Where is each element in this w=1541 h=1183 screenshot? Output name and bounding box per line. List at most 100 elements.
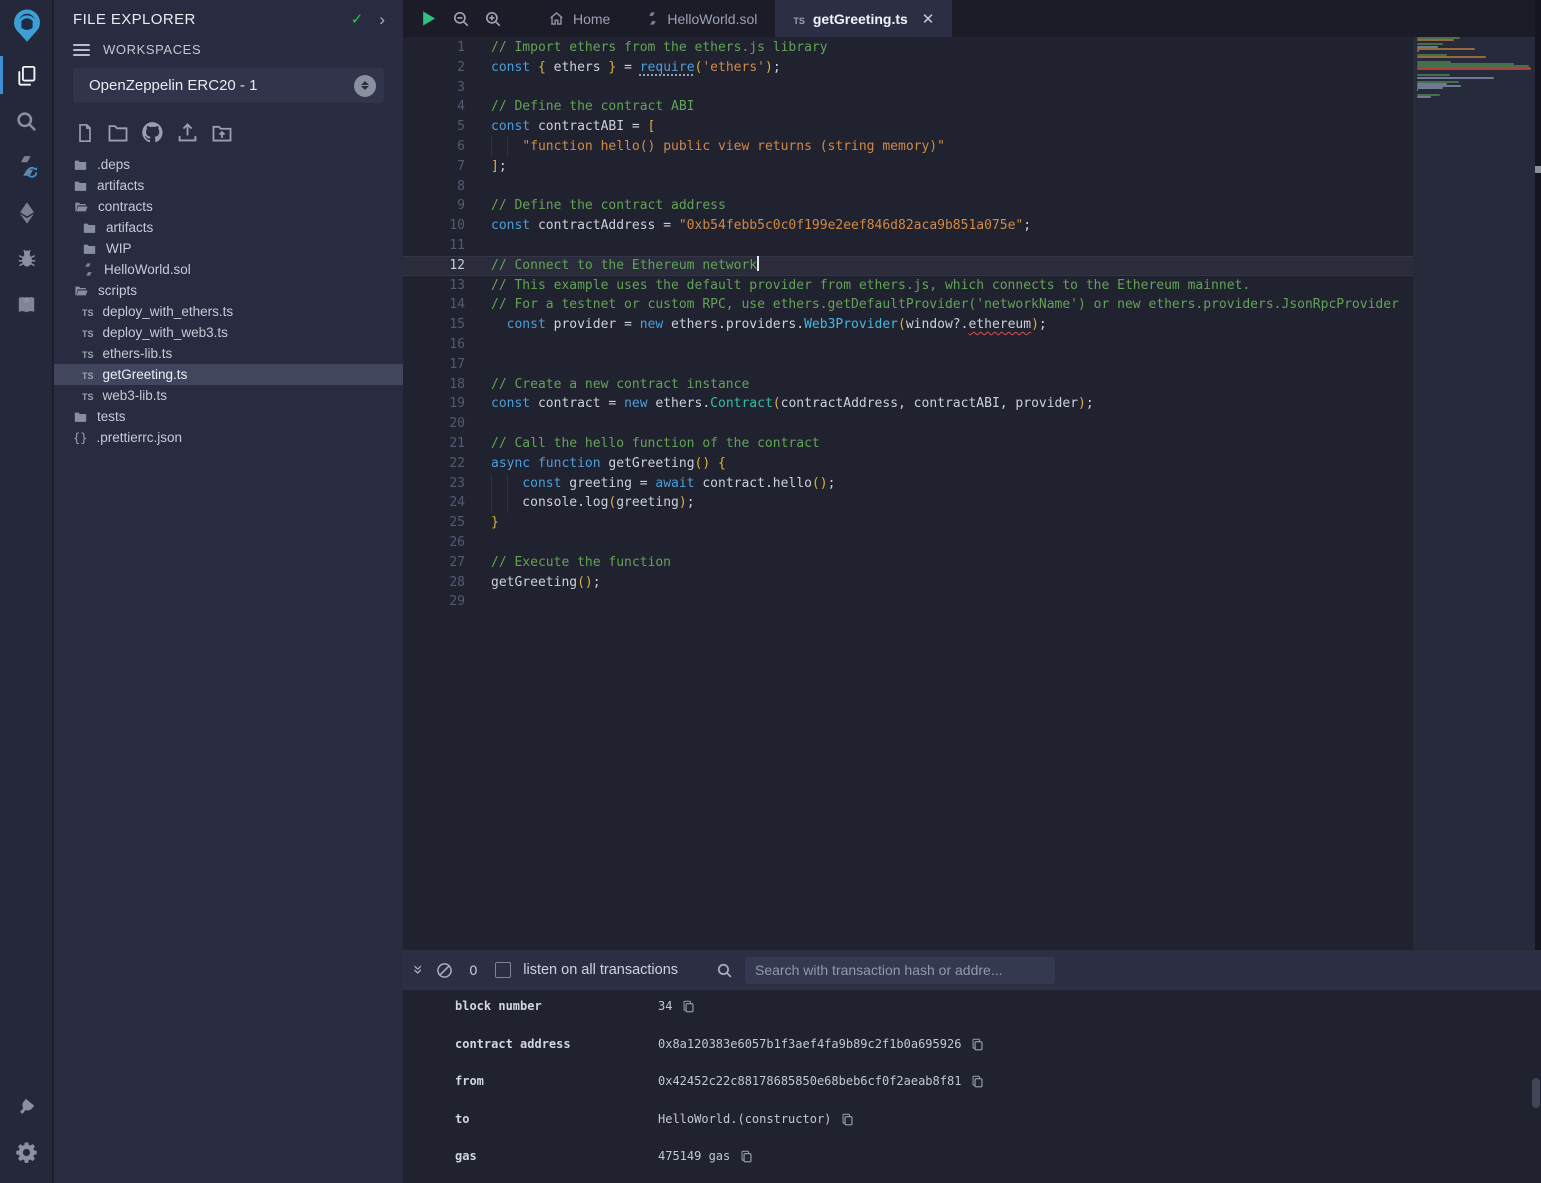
copy-icon[interactable]	[740, 1150, 753, 1163]
activity-file-explorer[interactable]	[0, 52, 53, 98]
tree-item-deploy-with-ethers-ts[interactable]: TSdeploy_with_ethers.ts	[54, 301, 403, 322]
copy-icon[interactable]	[971, 1038, 984, 1051]
upload-folder-icon[interactable]	[209, 122, 235, 144]
code-line-29[interactable]: 29	[403, 592, 1413, 612]
activity-settings[interactable]	[0, 1129, 53, 1175]
clear-console-icon[interactable]	[436, 962, 453, 979]
workspace-select[interactable]: OpenZeppelin ERC20 - 1	[73, 68, 384, 103]
code-line-1[interactable]: 1// Import ethers from the ethers.js lib…	[403, 38, 1413, 58]
copy-icon[interactable]	[682, 1000, 695, 1013]
code-line-13[interactable]: 13// This example uses the default provi…	[403, 276, 1413, 296]
line-number: 24	[403, 493, 465, 513]
code-line-21[interactable]: 21// Call the hello function of the cont…	[403, 434, 1413, 454]
code-line-2[interactable]: 2const { ethers } = require('ethers');	[403, 58, 1413, 78]
tree-item-label: getGreeting.ts	[103, 367, 188, 382]
workspace-dropdown-icon[interactable]	[354, 75, 376, 97]
tree-item-wip[interactable]: WIP	[54, 238, 403, 259]
code-line-5[interactable]: 5const contractABI = [	[403, 117, 1413, 137]
tree-item-tests[interactable]: tests	[54, 406, 403, 427]
zoom-in-button[interactable]	[484, 10, 502, 28]
code-line-16[interactable]: 16	[403, 335, 1413, 355]
new-folder-icon[interactable]	[105, 122, 131, 144]
line-number: 7	[403, 157, 465, 177]
expand-terminal-icon[interactable]: «	[408, 966, 425, 973]
folder-icon	[73, 158, 88, 172]
settings-icon	[15, 1141, 38, 1164]
activity-deploy-and-run[interactable]	[0, 190, 53, 236]
code-line-25[interactable]: 25}	[403, 513, 1413, 533]
tree-item-artifacts[interactable]: artifacts	[54, 217, 403, 238]
code-line-6[interactable]: 6 "function hello() public view returns …	[403, 137, 1413, 157]
terminal-prompt[interactable]: >	[403, 1178, 1541, 1183]
code-line-28[interactable]: 28getGreeting();	[403, 573, 1413, 593]
code-line-14[interactable]: 14// For a testnet or custom RPC, use et…	[403, 295, 1413, 315]
code-line-23[interactable]: 23 const greeting = await contract.hello…	[403, 474, 1413, 494]
code-line-10[interactable]: 10const contractAddress = "0xb54febb5c0c…	[403, 216, 1413, 236]
code-line-12[interactable]: 12// Connect to the Ethereum network	[403, 256, 1413, 276]
activity-search[interactable]	[0, 98, 53, 144]
remix-logo-icon	[6, 5, 48, 47]
tree-item-artifacts[interactable]: artifacts	[54, 175, 403, 196]
plugin-manager-icon	[15, 1094, 39, 1118]
line-number: 10	[403, 216, 465, 236]
code-line-19[interactable]: 19const contract = new ethers.Contract(c…	[403, 394, 1413, 414]
chevron-right-icon[interactable]: ›	[379, 11, 385, 28]
tree-item-scripts[interactable]: scripts	[54, 280, 403, 301]
tab-getgreeting-ts[interactable]: TSgetGreeting.ts✕	[775, 0, 952, 37]
code-line-9[interactable]: 9// Define the contract address	[403, 196, 1413, 216]
code-line-3[interactable]: 3	[403, 78, 1413, 98]
code-line-22[interactable]: 22async function getGreeting() {	[403, 454, 1413, 474]
tree-item-deploy-with-web3-ts[interactable]: TSdeploy_with_web3.ts	[54, 322, 403, 343]
code-line-8[interactable]: 8	[403, 177, 1413, 197]
code-line-26[interactable]: 26	[403, 533, 1413, 553]
tree-item-label: .prettierrc.json	[96, 430, 182, 445]
code-line-18[interactable]: 18// Create a new contract instance	[403, 375, 1413, 395]
activity-solidity-compiler[interactable]	[0, 144, 53, 190]
minimap[interactable]	[1413, 37, 1535, 950]
tree-item-ethers-lib-ts[interactable]: TSethers-lib.ts	[54, 343, 403, 364]
code-editor[interactable]: 1// Import ethers from the ethers.js lib…	[403, 37, 1413, 950]
code-line-17[interactable]: 17	[403, 355, 1413, 375]
hamburger-menu-icon[interactable]	[73, 44, 90, 56]
run-button[interactable]	[419, 9, 438, 28]
code-line-4[interactable]: 4// Define the contract ABI	[403, 97, 1413, 117]
code-line-15[interactable]: 15 const provider = new ethers.providers…	[403, 315, 1413, 335]
tree-item-helloworld-sol[interactable]: HelloWorld.sol	[54, 259, 403, 280]
activity-debugger[interactable]	[0, 236, 53, 282]
detail-value: 475149 gas	[658, 1149, 730, 1163]
tab-home[interactable]: Home	[530, 0, 628, 37]
zoom-out-button[interactable]	[452, 10, 470, 28]
code-line-24[interactable]: 24 console.log(greeting);	[403, 493, 1413, 513]
upload-file-icon[interactable]	[174, 121, 201, 144]
terminal-log: block number34contract address0x8a120383…	[403, 990, 1541, 1178]
line-content: async function getGreeting() {	[491, 454, 726, 474]
activity-remix-logo[interactable]	[0, 0, 53, 52]
code-line-27[interactable]: 27// Execute the function	[403, 553, 1413, 573]
transaction-detail-row: gas475149 gas	[403, 1140, 1541, 1178]
line-number: 4	[403, 97, 465, 117]
new-file-icon[interactable]	[73, 122, 97, 144]
listen-transactions-checkbox[interactable]	[495, 962, 511, 978]
editor-scrollbar[interactable]	[1535, 0, 1541, 950]
github-icon[interactable]	[139, 121, 166, 144]
transaction-search-input[interactable]	[745, 957, 1055, 984]
copy-icon[interactable]	[841, 1113, 854, 1126]
code-line-20[interactable]: 20	[403, 414, 1413, 434]
folder-open-icon	[73, 284, 89, 298]
listen-transactions-label: listen on all transactions	[523, 962, 678, 978]
tree-item-label: tests	[97, 409, 126, 424]
code-line-11[interactable]: 11	[403, 236, 1413, 256]
activity-plugin-manager[interactable]	[0, 1083, 53, 1129]
tree-item--deps[interactable]: .deps	[54, 154, 403, 175]
close-tab-icon[interactable]: ✕	[922, 10, 935, 28]
detail-value: HelloWorld.(constructor)	[658, 1112, 831, 1126]
terminal-scrollbar-thumb[interactable]	[1532, 1078, 1540, 1108]
code-line-7[interactable]: 7];	[403, 157, 1413, 177]
tab-helloworld-sol[interactable]: HelloWorld.sol	[628, 0, 775, 37]
copy-icon[interactable]	[971, 1075, 984, 1088]
tree-item-getgreeting-ts[interactable]: TSgetGreeting.ts	[54, 364, 403, 385]
tree-item--prettierrc-json[interactable]: {}.prettierrc.json	[54, 427, 403, 448]
activity-book[interactable]	[0, 282, 53, 328]
tree-item-contracts[interactable]: contracts	[54, 196, 403, 217]
tree-item-web3-lib-ts[interactable]: TSweb3-lib.ts	[54, 385, 403, 406]
